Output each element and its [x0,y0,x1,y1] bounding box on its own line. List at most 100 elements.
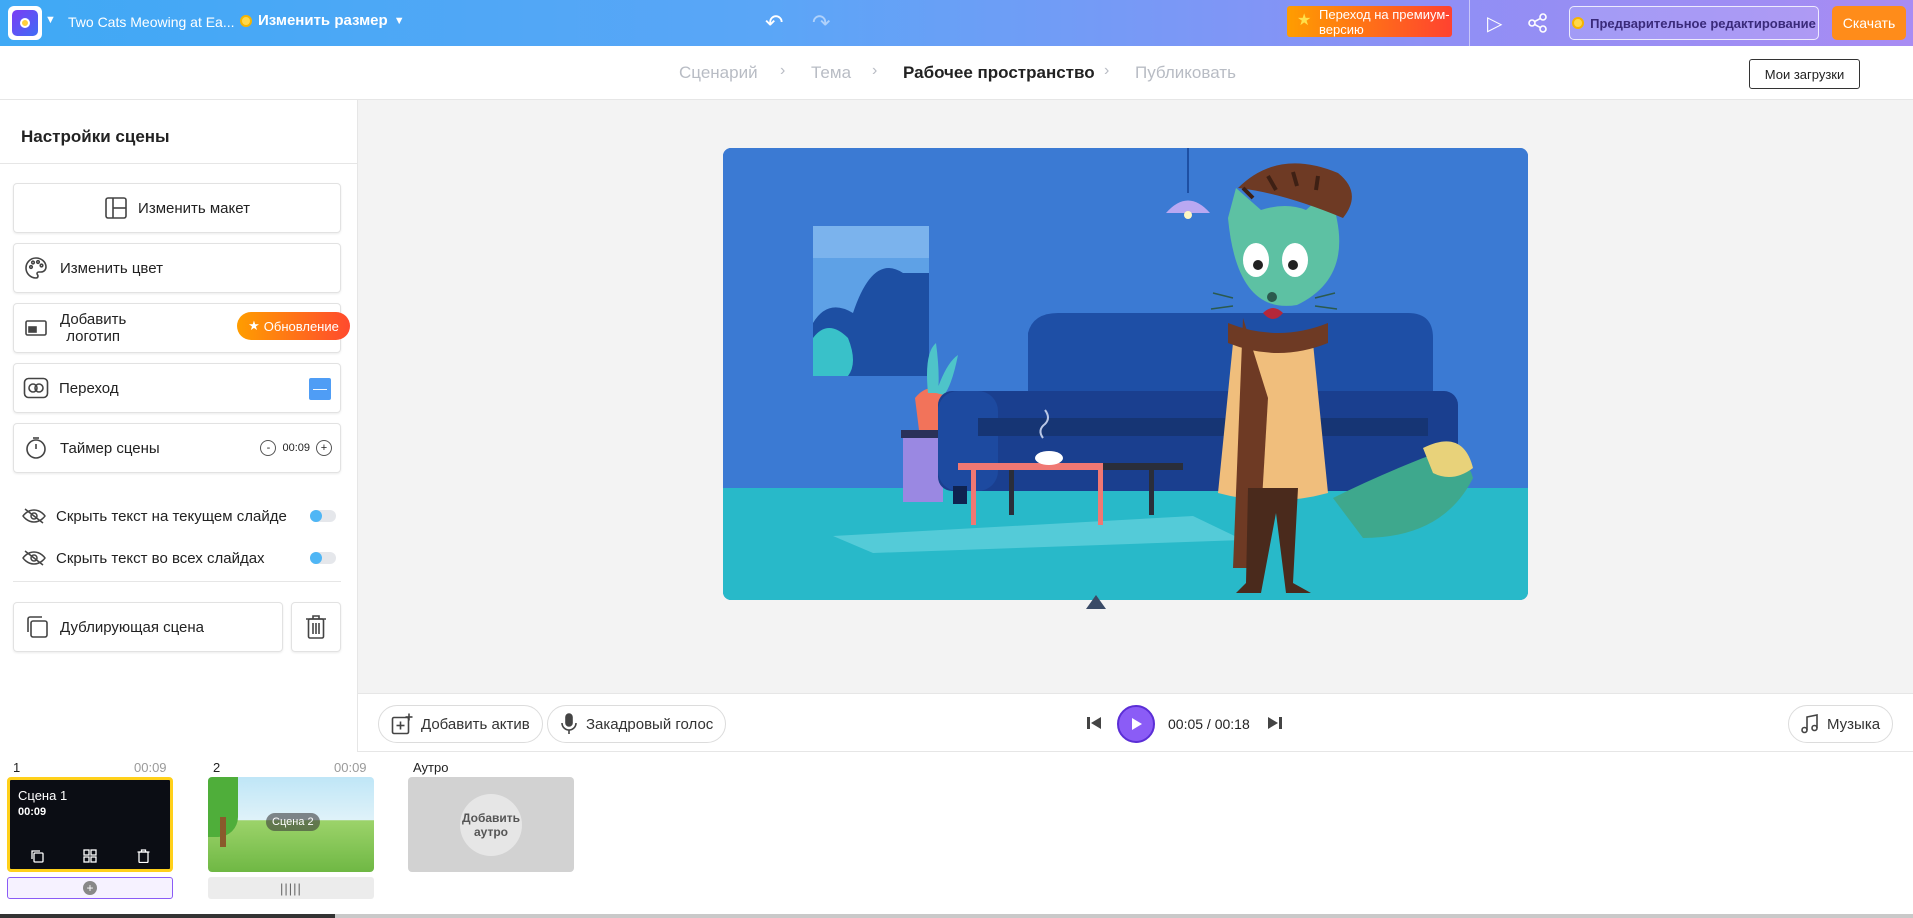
music-button[interactable]: Музыка [1788,705,1894,743]
scene-preview-canvas[interactable] [723,148,1528,600]
transition-setting[interactable]: Переход — [13,363,341,413]
step-scenario[interactable]: Сценарий [679,63,758,83]
hide-text-current-toggle[interactable] [310,510,336,522]
step-workspace[interactable]: Рабочее пространство [903,63,1095,83]
outro-label: Аутро [413,760,449,775]
preview-play-icon[interactable]: ▷ [1487,11,1502,36]
time-readout: 00:05 / 00:18 [1168,716,1250,732]
audio-waveform-icon[interactable]: ||||| [208,877,374,899]
delete-scene-button[interactable] [291,602,341,652]
scene-thumbnail-2[interactable]: Сцена 2 [208,777,374,872]
timer-increase-button[interactable]: + [316,440,332,456]
outro-slot[interactable]: Добавить аутро [408,777,574,872]
hide-text-all-toggle[interactable] [310,552,336,564]
add-outro-button[interactable]: Добавить аутро [460,793,522,856]
add-logo-label-1: Добавить [60,311,127,328]
transition-toggle[interactable]: — [309,378,331,400]
voiceover-label: Закадровый голос [586,715,714,733]
pre-edit-button[interactable]: Предварительное редактирование [1569,6,1819,40]
chevron-down-icon[interactable]: ▼ [45,14,56,26]
trash-icon [306,615,326,639]
star-icon: ★ [248,318,260,333]
transition-icon [23,377,49,399]
pre-edit-label: Предварительное редактирование [1590,15,1816,31]
duplicate-scene-label: Дублирующая сцена [60,618,204,636]
resize-label: Изменить размер [258,12,388,29]
add-asset-label: Добавить актив [421,715,530,733]
premium-label: Переход на премиум-версию [1319,6,1450,37]
duplicate-scene-button[interactable]: Дублирующая сцена [13,602,283,652]
hide-text-all-row: Скрыть текст во всех слайдах [22,543,342,573]
playback-toolbar: Добавить актив Закадровый голос 00:05 / … [358,693,1913,752]
scene-illustration [723,148,1528,600]
my-downloads-button[interactable]: Мои загрузки [1749,59,1860,89]
skip-forward-icon[interactable] [1266,714,1284,735]
scene-duration: 00:09 [334,760,367,775]
skip-back-icon[interactable] [1085,714,1103,735]
layout-icon [105,197,127,219]
divider [13,581,341,582]
upgrade-badge[interactable]: ★ Обновление [237,312,350,340]
canvas-area [358,100,1913,693]
scene-timer-label: Таймер сцены [60,439,160,457]
project-title[interactable]: Two Cats Meowing at Ea... [68,14,235,30]
upgrade-badge-label: Обновление [263,318,339,334]
step-publish[interactable]: Публиковать [1135,63,1236,83]
undo-icon[interactable]: ↶ [765,10,783,36]
workflow-stepper: Сценарий › Тема › Рабочее пространство ›… [0,46,1913,100]
scrollbar-thumb[interactable] [0,914,335,918]
premium-upgrade-button[interactable]: ★ Переход на премиум-версию [1287,6,1452,37]
chevron-right-icon: › [1104,62,1110,79]
music-note-icon [1801,714,1818,734]
layout-icon[interactable] [83,849,98,863]
add-scene-button[interactable]: + [7,877,173,899]
eye-off-icon [22,508,46,524]
timeline-scrollbar[interactable] [0,914,1913,918]
panel-title: Настройки сцены [21,127,170,146]
eye-off-icon [22,550,46,566]
coin-icon [240,14,252,27]
topbar-divider [1469,0,1470,46]
change-layout-label: Изменить макет [138,199,250,217]
add-logo-label-2: логотип [66,328,121,345]
redo-icon[interactable]: ↷ [812,10,830,36]
share-icon[interactable] [1527,12,1549,34]
change-color-button[interactable]: Изменить цвет [13,243,341,293]
hide-text-all-label: Скрыть текст во всех слайдах [56,549,265,567]
music-label: Музыка [1827,715,1881,733]
voiceover-button[interactable]: Закадровый голос [547,705,727,743]
app-logo-button[interactable] [8,6,42,40]
timer-value: 00:09 [282,442,310,454]
duplicate-icon[interactable] [30,849,44,863]
trash-icon[interactable] [137,849,150,863]
chevron-right-icon: › [872,62,878,79]
chevron-right-icon: › [780,62,786,79]
chevron-down-icon: ▼ [393,14,405,27]
scene-number: 1 [13,760,21,775]
scene-thumbnail-1[interactable]: Сцена 1 00:09 [7,777,173,872]
scene-thumb-time: 00:09 [18,806,47,818]
play-button[interactable] [1117,705,1155,743]
top-bar: ▼ Two Cats Meowing at Ea... Изменить раз… [0,0,1913,46]
logo-frame-icon [25,320,47,336]
scene-thumb-title: Сцена 1 [18,788,68,803]
change-layout-button[interactable]: Изменить макет [13,183,341,233]
download-button[interactable]: Скачать [1832,6,1906,40]
scene-settings-panel: Настройки сцены Изменить макет Изменить … [0,100,358,752]
plus-icon: + [83,881,97,895]
timer-decrease-button[interactable]: - [260,440,277,456]
add-asset-icon [391,713,413,735]
scene-thumb-label: Сцена 2 [266,813,320,831]
coin-icon [1572,17,1585,29]
star-icon: ★ [1297,12,1312,29]
resize-button[interactable]: Изменить размер ▼ [240,12,405,29]
scene-timer-setting: Таймер сцены - 00:09 + [13,423,341,473]
microphone-icon [561,713,577,734]
hide-text-current-label: Скрыть текст на текущем слайде [56,507,287,525]
canvas-resize-handle[interactable] [1086,595,1106,609]
scene-duration: 00:09 [134,760,167,775]
play-icon [1132,718,1142,730]
stopwatch-icon [26,437,46,459]
add-asset-button[interactable]: Добавить актив [378,705,543,743]
step-theme[interactable]: Тема [811,63,851,83]
